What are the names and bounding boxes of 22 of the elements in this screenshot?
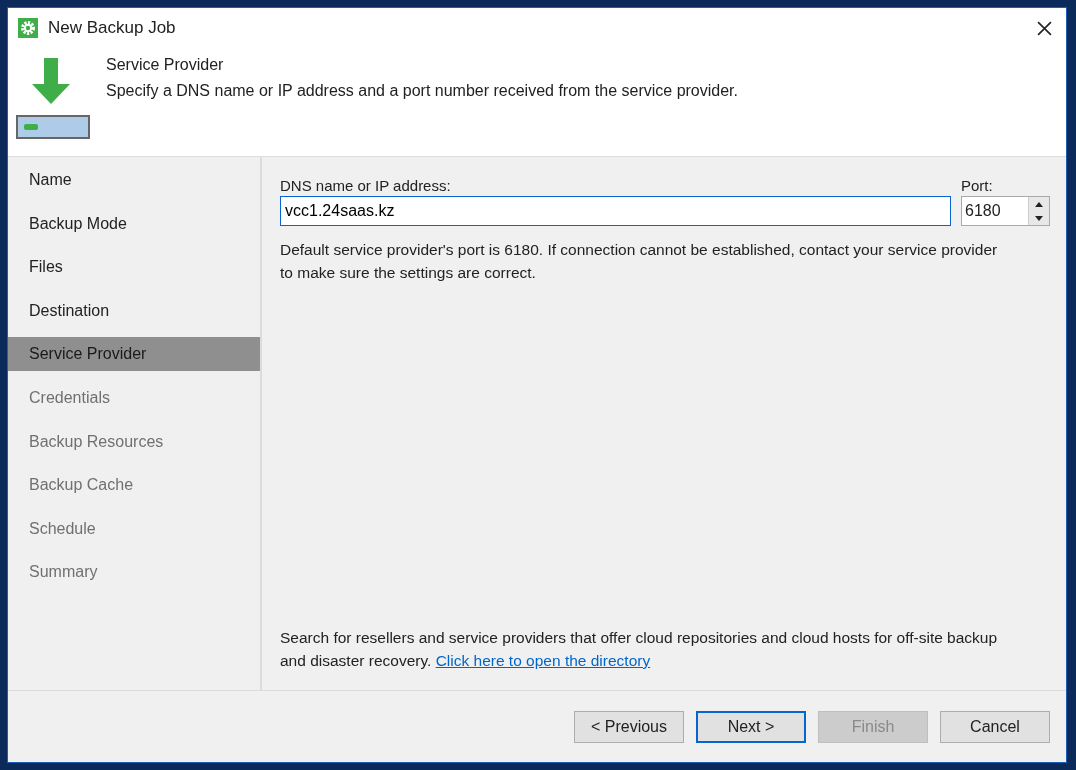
spin-buttons[interactable] [1028, 197, 1049, 225]
directory-link[interactable]: Click here to open the directory [435, 652, 651, 669]
step-title: Service Provider [106, 56, 225, 74]
port-note: Default service provider's port is 6180. If connection cannot be established, contact your service provider to make sure the settings are correct. [280, 240, 999, 283]
wizard-button[interactable]: < Previous [574, 711, 684, 743]
step-description: Specify a DNS name or IP address and a port number received from the service provider. [106, 82, 738, 100]
download-to-drive-icon [16, 56, 92, 142]
wizard-step[interactable]: Backup Mode [8, 206, 260, 241]
wizard-step[interactable]: Destination [8, 293, 260, 328]
window-title: New Backup Job [48, 18, 177, 38]
address-label: DNS name or IP address: [280, 177, 452, 194]
port-field[interactable]: 6180 [961, 196, 1050, 226]
wizard-button[interactable]: Cancel [940, 711, 1050, 743]
wizard-step[interactable]: Files [8, 250, 260, 285]
port-label: Port: [961, 177, 994, 194]
close-icon[interactable] [1037, 20, 1052, 36]
directory-text: Search for resellers and service providers that offer cloud repositories and cloud hosts for off-site backup and disaster recovery. Click here to open the directory [280, 628, 999, 671]
wizard-step[interactable]: Name [8, 163, 260, 197]
wizard-step[interactable]: Service Provider [8, 337, 260, 372]
wizard-button[interactable]: Next > [696, 711, 806, 743]
gear-icon [18, 18, 38, 38]
address-field[interactable]: vcc1.24saas.kz [280, 196, 951, 226]
